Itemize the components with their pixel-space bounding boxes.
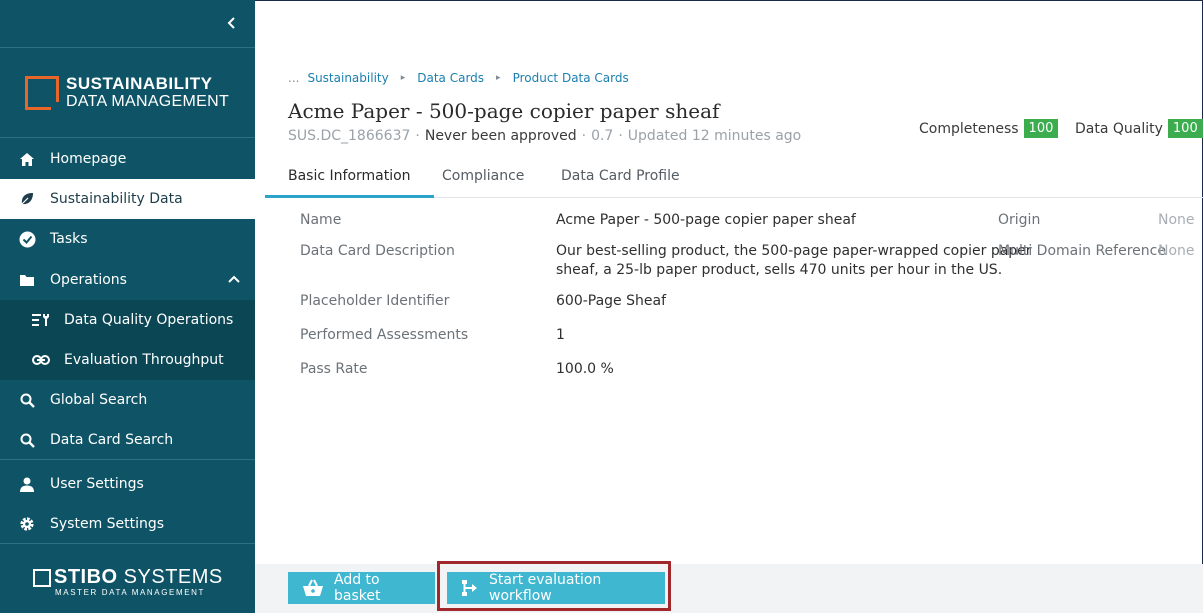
record-updated: Updated 12 minutes ago [627,128,802,144]
breadcrumb-item-data-cards[interactable]: Data Cards [417,71,484,85]
folder-icon [18,271,36,289]
tab-data-card-profile[interactable]: Data Card Profile [538,160,703,198]
link-icon [32,351,50,369]
data-quality-metric: Data Quality 100 [1075,119,1203,138]
sidebar: SUSTAINABILITY DATA MANAGEMENT Homepage … [0,0,255,613]
description-line: sheaf, a 25-lb paper product, sells 470 … [556,262,1003,278]
check-circle-icon [18,230,36,248]
search-icon [18,391,36,409]
logo-line1: SUSTAINABILITY [66,74,213,93]
field-value-name: Acme Paper - 500-page copier paper sheaf [556,212,856,228]
sidebar-divider [0,459,255,460]
sidebar-item-label: Sustainability Data [50,191,183,207]
field-value-description: Our best-selling product, the 500-page p… [556,242,1032,280]
breadcrumb: ... Sustainability ▸ Data Cards ▸ Produc… [288,71,629,85]
vendor-name-rest: SYSTEMS [117,566,223,588]
sidebar-item-global-search[interactable]: Global Search [0,380,255,420]
field-value-placeholder-identifier: 600-Page Sheaf [556,293,666,309]
field-value-pass-rate: 100.0 % [556,361,614,377]
field-value-multi-domain-reference: None [1158,243,1195,259]
sidebar-divider [0,543,255,544]
sidebar-item-system-settings[interactable]: System Settings [0,504,255,544]
field-label-multi-domain-reference: Multi Domain Reference [998,243,1166,259]
leaf-icon [18,190,36,208]
sidebar-item-user-settings[interactable]: User Settings [0,464,255,504]
breadcrumb-item-sustainability[interactable]: Sustainability [307,71,388,85]
main-content: ... Sustainability ▸ Data Cards ▸ Produc… [255,0,1203,613]
approval-status: Never been approved [424,128,577,144]
field-value-performed-assessments: 1 [556,327,565,343]
vendor-tagline: MASTER DATA MANAGEMENT [55,588,206,597]
logo-line2: DATA MANAGEMENT [66,93,230,110]
sidebar-item-evaluation-throughput[interactable]: Evaluation Throughput [0,340,255,380]
meta-separator: · [618,128,623,144]
field-label-origin: Origin [998,212,1041,228]
data-quality-badge: 100 [1167,119,1203,138]
field-label-placeholder-identifier: Placeholder Identifier [300,293,450,309]
page-title: Acme Paper - 500-page copier paper sheaf [288,99,720,123]
start-evaluation-workflow-label: Start evaluation workflow [489,572,602,604]
vendor-name-bold: STIBO [54,566,118,588]
sidebar-item-label: Data Card Search [50,432,174,448]
add-to-basket-button[interactable]: Add to basket [288,572,435,604]
sidebar-item-label: System Settings [50,516,165,532]
action-footer: Add to basket Start evaluation workflow [255,561,1203,613]
completeness-metric: Completeness 100 [919,119,1059,138]
chevron-left-icon [227,17,235,29]
start-evaluation-workflow-button[interactable]: Start evaluation workflow [447,572,665,604]
record-version: 0.7 [591,128,614,144]
sidebar-item-label: User Settings [50,476,144,492]
tab-compliance[interactable]: Compliance [419,160,547,198]
chevron-up-icon [228,275,240,283]
vendor-logo: STIBO SYSTEMS MASTER DATA MANAGEMENT [33,566,223,597]
list-tools-icon [32,311,50,329]
collapse-sidebar-button[interactable] [222,14,242,34]
search-icon [18,431,36,449]
sidebar-item-data-quality-operations[interactable]: Data Quality Operations [0,300,255,340]
data-quality-label: Data Quality [1075,120,1163,137]
workflow-icon [461,579,479,597]
field-label-name: Name [300,212,342,228]
app-logo: SUSTAINABILITY DATA MANAGEMENT [25,74,229,111]
completeness-label: Completeness [919,120,1019,137]
logo-mark-icon [25,75,59,110]
sidebar-item-label: Tasks [50,231,88,247]
breadcrumb-ellipsis[interactable]: ... [288,71,299,85]
sidebar-item-tasks[interactable]: Tasks [0,219,255,259]
sidebar-item-label: Data Quality Operations [64,312,234,328]
user-icon [18,475,36,493]
field-label-description: Data Card Description [300,243,455,259]
sidebar-item-label: Evaluation Throughput [64,352,224,368]
description-line: Our best-selling product, the 500-page p… [556,243,1032,259]
sidebar-item-sustainability-data[interactable]: Sustainability Data [0,179,255,219]
breadcrumb-separator: ▸ [496,73,501,83]
field-value-origin: None [1158,212,1195,228]
sidebar-item-label: Global Search [50,392,148,408]
breadcrumb-separator: ▸ [400,73,406,83]
sidebar-item-data-card-search[interactable]: Data Card Search [0,420,255,460]
sidebar-item-operations[interactable]: Operations [0,260,255,300]
gear-icon [18,515,36,533]
tab-basic-information[interactable]: Basic Information [265,160,434,198]
meta-separator: · [415,128,420,144]
sidebar-item-label: Operations [50,272,127,288]
vendor-mark-icon [33,568,51,587]
record-id: SUS.DC_1866637 [288,128,411,144]
sidebar-divider [0,47,255,48]
breadcrumb-item-product-data-cards[interactable]: Product Data Cards [513,71,629,85]
sidebar-divider [0,137,255,138]
record-meta: SUS.DC_1866637 · Never been approved · 0… [288,128,801,144]
sidebar-item-homepage[interactable]: Homepage [0,139,255,179]
field-label-performed-assessments: Performed Assessments [300,327,469,343]
sidebar-item-label: Homepage [50,151,127,167]
meta-separator: · [581,128,587,144]
home-icon [18,150,36,168]
basket-icon [302,579,324,597]
add-to-basket-label: Add to basket [334,572,381,604]
tab-bar: Basic Information Compliance Data Card P… [265,160,1203,198]
completeness-badge: 100 [1023,119,1059,138]
field-label-pass-rate: Pass Rate [300,361,368,377]
